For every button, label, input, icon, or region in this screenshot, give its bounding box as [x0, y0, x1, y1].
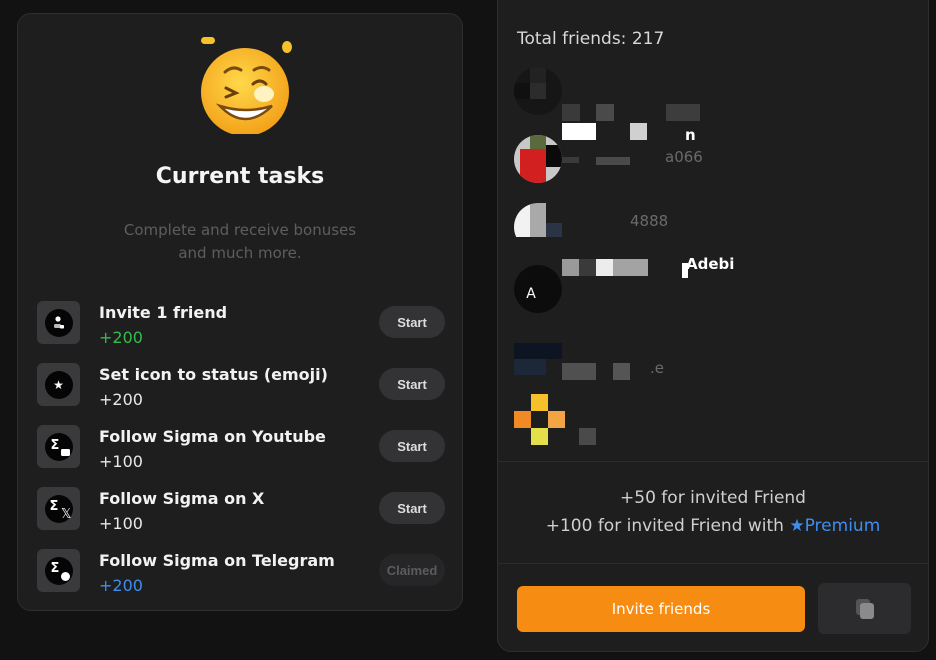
redacted-name	[579, 428, 596, 445]
avatar	[514, 203, 562, 251]
invite-friends-button[interactable]: Invite friends	[517, 586, 805, 632]
avatar: A	[514, 265, 562, 313]
task-reward: +200	[99, 328, 143, 347]
task-item: ★ Set icon to status (emoji) +200 Start	[37, 363, 445, 409]
redacted-name	[596, 104, 614, 121]
friend-handle: a066	[665, 148, 703, 166]
start-button[interactable]: Start	[379, 368, 445, 400]
friend-list-item[interactable]: 4888	[514, 203, 914, 253]
bonus-premium-text: +100 for invited Friend with	[545, 516, 784, 536]
tasks-card: Current tasks Complete and receive bonus…	[17, 13, 463, 611]
sigma-x-icon: Σ 𝕏	[37, 487, 80, 530]
premium-star-icon: ★	[789, 516, 805, 536]
task-name: Follow Sigma on X	[99, 489, 265, 508]
bonus-invited-friend: +50 for invited Friend	[620, 488, 806, 508]
friend-list-item[interactable]: n a066	[514, 123, 914, 185]
sigma-youtube-icon: Σ	[37, 425, 80, 468]
claimed-button: Claimed	[379, 554, 445, 586]
avatar-letter: A	[526, 286, 536, 302]
task-item: Σ 𝕏 Follow Sigma on X +100 Start	[37, 487, 445, 533]
divider	[498, 461, 928, 462]
avatar	[514, 343, 562, 391]
task-reward: +100	[99, 452, 143, 471]
redacted-name	[613, 259, 648, 276]
task-name: Follow Sigma on Telegram	[99, 551, 335, 570]
friends-card: Total friends: 217 n a066 4888 A Adebi .…	[497, 0, 929, 652]
copy-icon	[855, 598, 874, 619]
total-friends: Total friends: 217	[517, 29, 665, 49]
redacted-name	[562, 363, 596, 380]
task-item: Invite 1 friend +200 Start	[37, 301, 445, 347]
task-reward: +200	[99, 576, 143, 595]
winking-grin-emoji-icon	[201, 37, 292, 134]
start-button[interactable]: Start	[379, 492, 445, 524]
task-reward: +100	[99, 514, 143, 533]
redacted-name	[596, 259, 613, 276]
friend-list-item[interactable]: A Adebi	[514, 255, 914, 317]
friend-list-item[interactable]	[514, 67, 914, 121]
task-item: Σ Follow Sigma on Youtube +100 Start	[37, 425, 445, 471]
task-name: Invite 1 friend	[99, 303, 228, 322]
start-button[interactable]: Start	[379, 430, 445, 462]
friend-handle: .e	[650, 359, 664, 377]
start-button[interactable]: Start	[379, 306, 445, 338]
redacted-name	[613, 363, 630, 380]
invite-friend-icon	[37, 301, 80, 344]
friend-list-item[interactable]	[514, 394, 914, 446]
subtitle-line-1: Complete and receive bonuses	[123, 221, 357, 239]
redacted-name	[562, 123, 596, 140]
redacted-name	[630, 123, 647, 140]
tasks-subtitle: Complete and receive bonuses and much mo…	[78, 219, 402, 265]
redacted-handle	[596, 157, 630, 165]
sigma-telegram-icon: Σ	[37, 549, 80, 592]
friend-name: n	[685, 126, 696, 144]
premium-label: Premium	[804, 516, 881, 536]
task-reward: +200	[99, 390, 143, 409]
avatar	[514, 67, 562, 115]
task-item: Σ Follow Sigma on Telegram +200 Claimed	[37, 549, 445, 595]
bonus-invited-premium: +100 for invited Friend with ★Premium	[498, 516, 928, 536]
friend-list-item[interactable]: .e	[514, 343, 914, 393]
page-title: Current tasks	[155, 164, 325, 189]
star-icon: ★	[37, 363, 80, 406]
friend-handle: 4888	[630, 212, 669, 230]
redacted-name	[579, 259, 596, 276]
task-name: Follow Sigma on Youtube	[99, 427, 326, 446]
avatar	[514, 394, 566, 446]
redacted-name	[562, 104, 580, 121]
avatar	[514, 135, 562, 183]
task-name: Set icon to status (emoji)	[99, 365, 328, 384]
redacted-name	[562, 259, 579, 276]
copy-link-button[interactable]	[818, 583, 911, 634]
redacted-handle	[562, 157, 579, 163]
subtitle-line-2: and much more.	[178, 244, 302, 262]
friend-name: Adebi	[686, 255, 735, 273]
redacted-name	[666, 104, 700, 121]
divider	[498, 563, 928, 564]
